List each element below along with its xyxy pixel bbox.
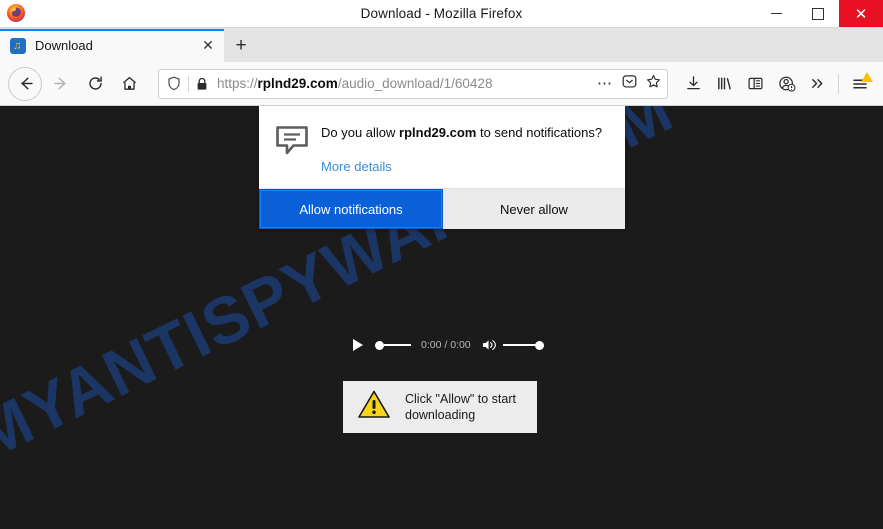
shield-icon[interactable]: [167, 76, 181, 91]
sidebar-icon[interactable]: [740, 68, 771, 100]
close-tab-button[interactable]: ✕: [198, 36, 218, 56]
downloads-icon[interactable]: [678, 68, 709, 100]
minimize-button[interactable]: [755, 0, 797, 27]
permission-question: Do you allow rplnd29.com to send notific…: [321, 120, 609, 141]
duration: 0:00: [450, 339, 471, 351]
tab-strip: ♫ Download ✕ +: [0, 28, 883, 62]
pocket-icon[interactable]: [622, 74, 637, 94]
firefox-logo: [6, 3, 26, 23]
more-details-link[interactable]: More details: [321, 159, 392, 174]
urlbar-divider: [188, 75, 189, 92]
audio-note-favicon: ♫: [10, 37, 26, 54]
star-icon[interactable]: [646, 74, 661, 94]
notification-bubble-icon: [273, 120, 313, 176]
forward-button: [44, 67, 78, 101]
hint-line-2: downloading: [405, 408, 476, 422]
volume-slider[interactable]: [502, 340, 544, 350]
volume-track[interactable]: [502, 343, 536, 347]
play-icon[interactable]: [353, 339, 363, 351]
window-title: Download - Mozilla Firefox: [360, 6, 523, 21]
hint-text: Click "Allow" to start downloading: [405, 391, 527, 423]
seek-knob[interactable]: [375, 340, 384, 350]
reload-button[interactable]: [78, 67, 112, 101]
hamburger-menu-icon[interactable]: [844, 68, 875, 100]
time-separator: /: [444, 339, 448, 351]
toolbar-divider: [838, 73, 839, 94]
tab-download[interactable]: ♫ Download ✕: [0, 29, 224, 62]
notification-permission-dialog: Do you allow rplnd29.com to send notific…: [259, 106, 625, 229]
library-icon[interactable]: [709, 68, 740, 100]
home-button[interactable]: [112, 67, 146, 101]
back-button[interactable]: [8, 66, 42, 101]
current-time: 0:00: [421, 339, 442, 351]
url-path: /audio_download/1/60428: [337, 76, 493, 91]
seek-slider[interactable]: [375, 340, 411, 350]
navigation-toolbar: https://rplnd29.com/audio_download/1/604…: [0, 62, 883, 106]
maximize-button[interactable]: [797, 0, 839, 27]
volume-knob[interactable]: [534, 340, 544, 350]
browser-window: Download - Mozilla Firefox ✕ ♫ Download …: [0, 0, 883, 529]
question-suffix: to send notifications?: [476, 125, 603, 140]
seek-track[interactable]: [384, 343, 411, 347]
overflow-chevrons-icon[interactable]: [802, 68, 833, 100]
dialog-buttons: Allow notifications Never allow: [259, 188, 625, 229]
allow-notifications-button[interactable]: Allow notifications: [259, 189, 443, 229]
url-host: rplnd29.com: [257, 76, 338, 91]
warning-triangle-icon: [357, 389, 391, 425]
close-window-button[interactable]: ✕: [839, 0, 883, 27]
url-bar[interactable]: https://rplnd29.com/audio_download/1/604…: [158, 68, 668, 99]
hint-line-1: Click "Allow" to start: [405, 392, 516, 406]
question-host: rplnd29.com: [399, 125, 477, 140]
page-content: MYANTISPYWARE.COM Do you allow rplnd29.c…: [0, 106, 883, 529]
new-tab-button[interactable]: +: [224, 29, 258, 62]
tab-title: Download: [35, 38, 93, 53]
menu-warning-badge: [861, 71, 873, 82]
time-display: 0:00 / 0:00: [421, 339, 471, 351]
padlock-icon[interactable]: [196, 77, 208, 91]
question-prefix: Do you allow: [321, 125, 400, 140]
ellipsis-icon[interactable]: ⋯: [597, 76, 613, 91]
window-controls: ✕: [755, 0, 883, 27]
title-bar: Download - Mozilla Firefox ✕: [0, 0, 883, 28]
toolbar-right-icons: [678, 68, 875, 100]
account-warning-icon[interactable]: [771, 68, 802, 100]
click-allow-hint-box: Click "Allow" to start downloading: [343, 381, 537, 433]
never-allow-button[interactable]: Never allow: [443, 189, 625, 229]
dialog-content: Do you allow rplnd29.com to send notific…: [313, 120, 609, 176]
urlbar-actions: ⋯: [597, 74, 661, 94]
audio-player: 0:00 / 0:00: [345, 335, 544, 355]
dialog-body: Do you allow rplnd29.com to send notific…: [259, 106, 625, 188]
url-text[interactable]: https://rplnd29.com/audio_download/1/604…: [217, 76, 591, 91]
volume-icon[interactable]: [482, 338, 497, 352]
url-scheme: https://: [217, 76, 258, 91]
